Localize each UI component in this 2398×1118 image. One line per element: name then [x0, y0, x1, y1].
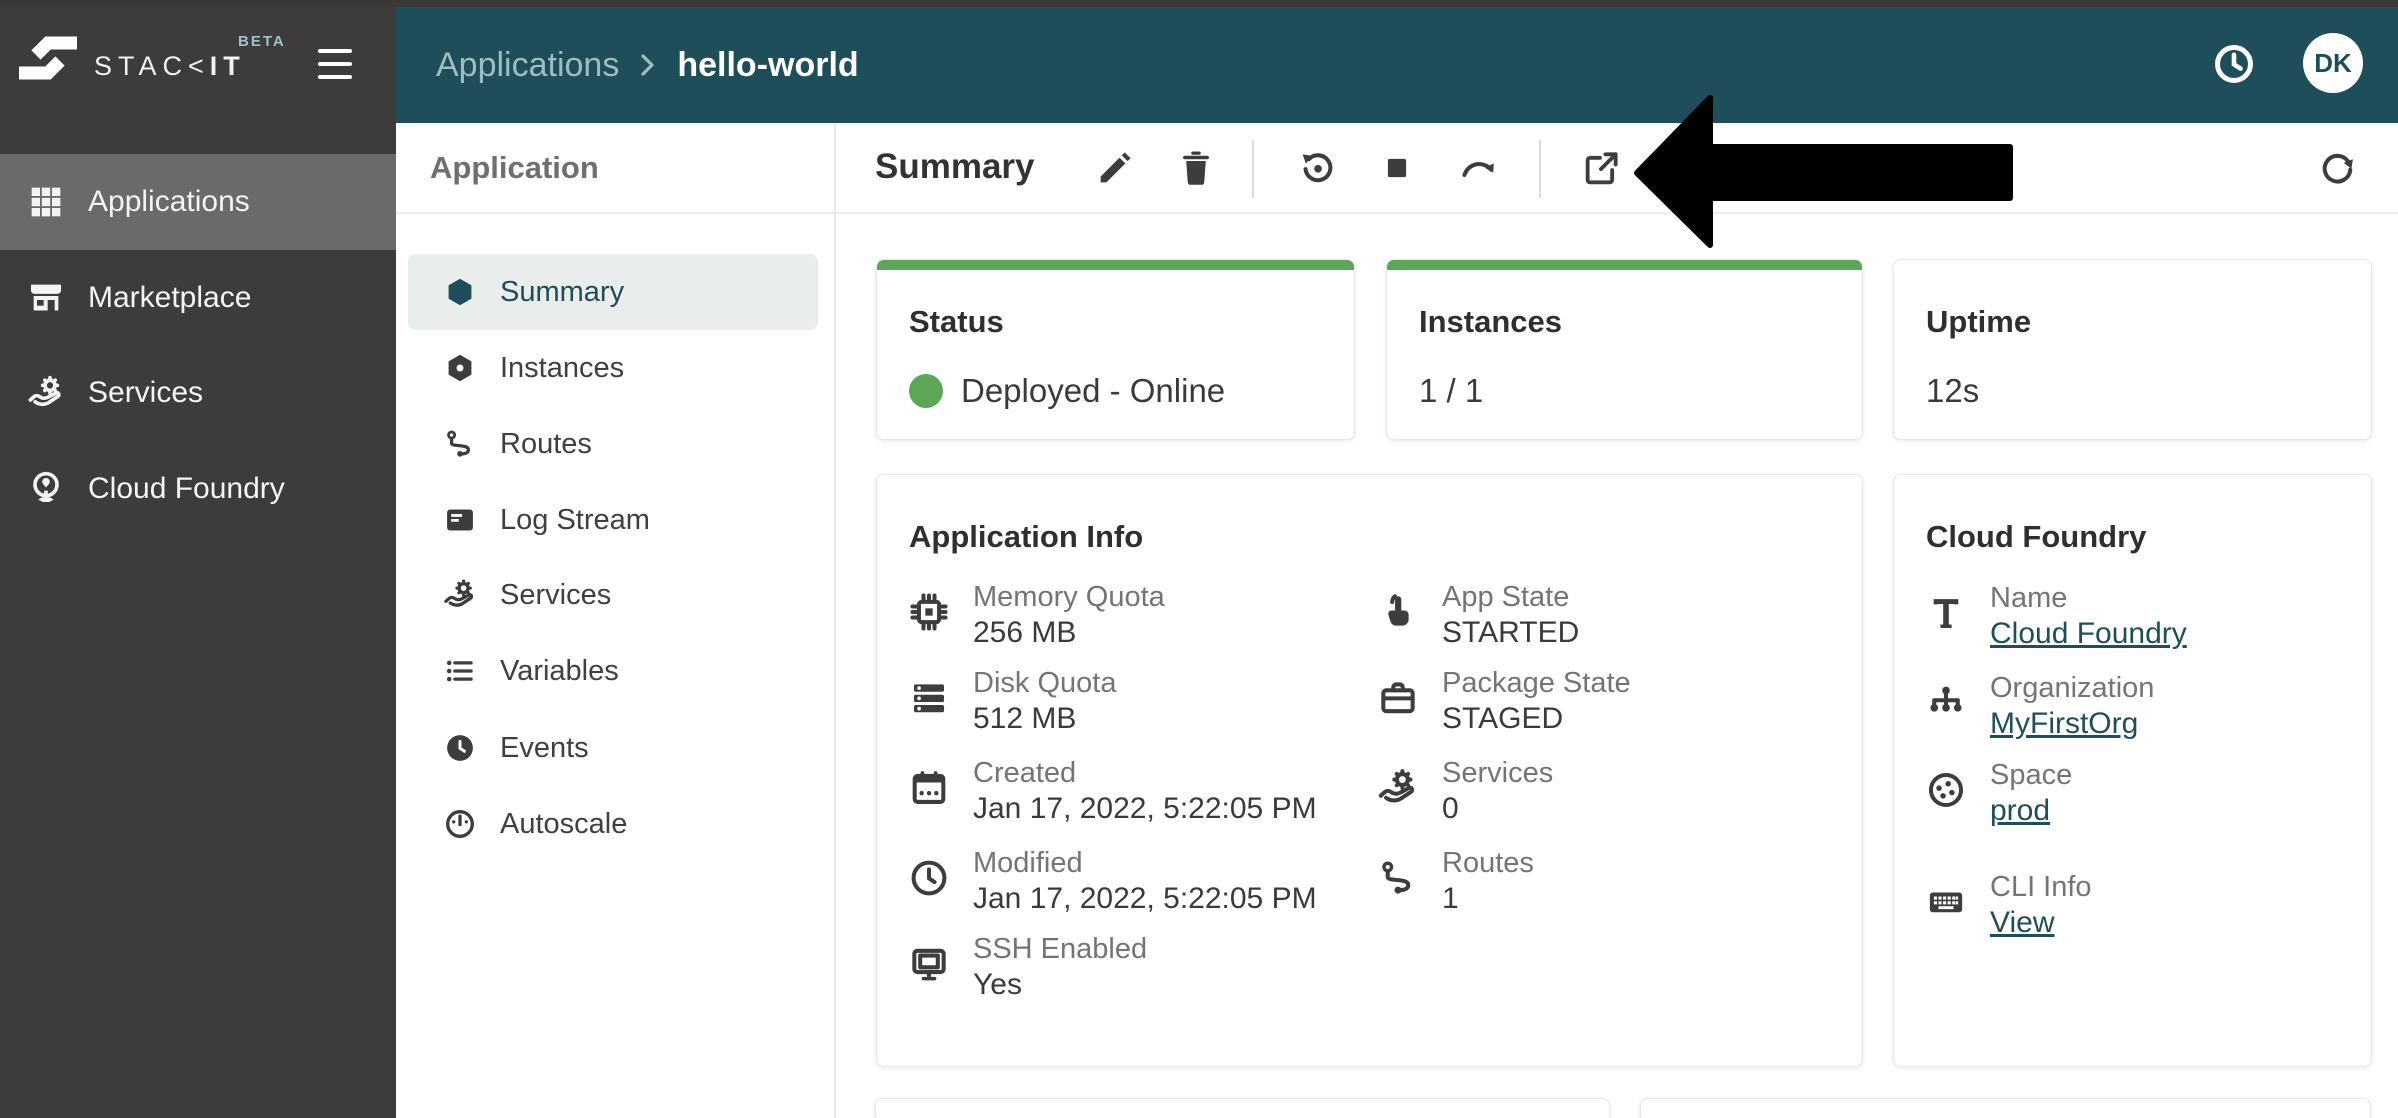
stackit-logo-icon [17, 35, 79, 81]
gauge-icon [442, 806, 478, 842]
server-stack-icon [907, 676, 951, 720]
cf-name-link[interactable]: Cloud Foundry [1990, 617, 2187, 650]
hand-gear-icon [26, 373, 66, 413]
partial-card [875, 1098, 1610, 1118]
subnav-title: Application [430, 150, 599, 186]
subnav-item-events[interactable]: Events [408, 710, 818, 786]
breadcrumb-current: hello-world [677, 46, 858, 85]
uptime-value: 12s [1926, 372, 1979, 410]
storefront-icon [26, 278, 66, 318]
info-item-modified: ModifiedJan 17, 2022, 5:22:05 PM [907, 846, 1317, 918]
info-item-cf-cli: CLI Info View [1924, 870, 2092, 942]
logo-wordmark: STAC<IT [94, 51, 246, 82]
topbar: Applications hello-world DK [396, 7, 2398, 123]
subnav-header: Application [396, 123, 834, 214]
stop-button[interactable] [1374, 145, 1420, 191]
subnav-item-instances[interactable]: Instances [408, 330, 818, 406]
info-item-ssh-enabled: SSH EnabledYes [907, 932, 1147, 1004]
hexagon-dot-icon [442, 350, 478, 386]
info-item-cf-name: Name Cloud Foundry [1924, 581, 2187, 653]
restart-button[interactable] [1295, 145, 1341, 191]
info-item-cf-space: Space prod [1924, 758, 2072, 830]
beta-badge: BETA [238, 33, 286, 50]
edit-button[interactable] [1092, 145, 1138, 191]
route-icon [442, 426, 478, 462]
toolbar-divider [1252, 140, 1254, 198]
subnav-item-autoscale[interactable]: Autoscale [408, 786, 818, 862]
chevron-right-icon [639, 51, 657, 79]
application-info-title: Application Info [909, 519, 1143, 555]
cloud-foundry-card-title: Cloud Foundry [1926, 519, 2146, 555]
route-icon [1376, 856, 1420, 900]
restage-button[interactable] [1455, 145, 1501, 191]
online-status-dot-icon [909, 374, 943, 408]
hamburger-menu-icon[interactable] [318, 49, 354, 79]
hexagon-filled-icon [442, 274, 478, 310]
info-item-cf-organization: Organization MyFirstOrg [1924, 671, 2154, 743]
sidebar-item-marketplace[interactable]: Marketplace [0, 250, 396, 346]
page-title: Summary [875, 147, 1035, 187]
cf-space-link[interactable]: prod [1990, 794, 2050, 827]
clock-filled-icon [442, 730, 478, 766]
status-card-title: Status [909, 304, 1004, 340]
breadcrumb: Applications hello-world [436, 7, 859, 123]
sidebar-item-services[interactable]: Services [0, 345, 396, 441]
monitor-icon [907, 942, 951, 986]
subnav-item-variables[interactable]: Variables [408, 633, 818, 709]
chip-icon [907, 590, 951, 634]
primary-sidebar: STAC<IT BETA Applications Marketpl [0, 7, 396, 1118]
info-item-routes: Routes1 [1376, 846, 1534, 918]
open-in-new-button[interactable] [1579, 145, 1625, 191]
window-top-strip [0, 0, 2398, 7]
subnav-item-log-stream[interactable]: Log Stream [408, 482, 818, 558]
instances-card: Instances 1 / 1 [1386, 259, 1863, 440]
info-item-created: CreatedJan 17, 2022, 5:22:05 PM [907, 756, 1317, 828]
info-item-services: Services0 [1376, 756, 1553, 828]
list-icon [442, 653, 478, 689]
main-content: Summary [836, 123, 2398, 1118]
application-subnav: Application Summary Instances Routes [396, 123, 836, 1118]
avatar[interactable]: DK [2303, 33, 2363, 93]
log-document-icon [442, 502, 478, 538]
calendar-icon [907, 766, 951, 810]
sidebar-item-applications[interactable]: Applications [0, 154, 396, 250]
cloud-foundry-card: Cloud Foundry Name Cloud Foundry [1893, 474, 2372, 1067]
toolbar-divider [1539, 140, 1541, 198]
application-info-card: Application Info Memory Quota256 MB [876, 474, 1863, 1067]
delete-button[interactable] [1173, 145, 1219, 191]
info-item-package-state: Package StateSTAGED [1376, 666, 1631, 738]
cf-cli-view-link[interactable]: View [1990, 906, 2054, 939]
hand-gear-icon [442, 577, 478, 613]
info-item-disk-quota: Disk Quota512 MB [907, 666, 1116, 738]
refresh-button[interactable] [2313, 145, 2359, 191]
space-dots-icon [1924, 768, 1968, 812]
partial-card [1640, 1098, 2371, 1118]
org-hierarchy-icon [1924, 681, 1968, 725]
clock-outline-icon [907, 856, 951, 900]
toolbar-separator [836, 212, 2398, 214]
keyboard-icon [1924, 880, 1968, 924]
cf-organization-link[interactable]: MyFirstOrg [1990, 707, 2138, 740]
briefcase-icon [1376, 676, 1420, 720]
subnav-item-services[interactable]: Services [408, 557, 818, 633]
sidebar-item-cloud-foundry[interactable]: Cloud Foundry [0, 441, 396, 537]
breadcrumb-applications[interactable]: Applications [436, 46, 619, 85]
uptime-card: Uptime 12s [1893, 259, 2372, 440]
instances-card-title: Instances [1419, 304, 1562, 340]
info-item-memory-quota: Memory Quota256 MB [907, 580, 1165, 652]
logo-row: STAC<IT BETA [0, 7, 396, 123]
cloud-foundry-logo-icon [26, 469, 66, 509]
subnav-item-summary[interactable]: Summary [408, 254, 818, 330]
grid-icon [26, 182, 66, 222]
history-clock-icon[interactable] [2211, 41, 2257, 87]
hand-gear-icon [1376, 766, 1420, 810]
touch-finger-icon [1376, 590, 1420, 634]
status-value: Deployed - Online [909, 372, 1225, 410]
instances-value: 1 / 1 [1419, 372, 1483, 410]
uptime-card-title: Uptime [1926, 304, 2031, 340]
info-item-app-state: App StateSTARTED [1376, 580, 1579, 652]
status-card: Status Deployed - Online [876, 259, 1355, 440]
text-title-icon [1924, 591, 1968, 635]
subnav-item-routes[interactable]: Routes [408, 406, 818, 482]
